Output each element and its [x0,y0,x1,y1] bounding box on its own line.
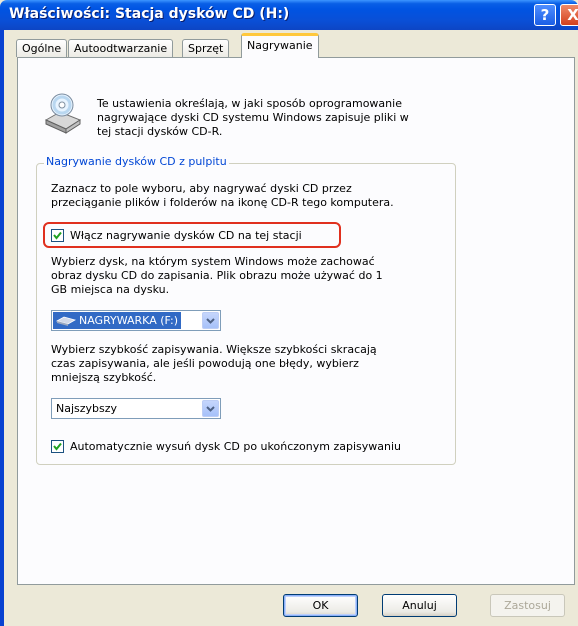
close-button[interactable]: X [560,4,578,26]
speed-select[interactable]: Najszybszy [51,398,221,419]
speed-select-value: Najszybszy [56,402,118,415]
description-line: przeciąganie plików i folderów na ikonę … [51,196,394,209]
properties-dialog: Właściwości: Stacja dysków CD (H:) ? X O… [0,0,578,626]
drive-select[interactable]: NAGRYWARKA (F:) [51,310,221,331]
auto-eject-checkbox[interactable] [51,440,64,453]
description-line: mniejszą szybkość. [51,371,157,384]
intro-text: Te ustawienia określają, w jaki sposób o… [97,97,467,139]
title-bar[interactable]: Właściwości: Stacja dysków CD (H:) ? X [0,0,578,30]
speed-select-dropdown-button[interactable] [202,400,219,417]
cancel-button[interactable]: Anuluj [382,594,457,617]
tab-hardware[interactable]: Sprzęt [182,39,230,57]
chevron-down-icon [206,406,215,412]
enable-burning-label[interactable]: Włącz nagrywanie dysków CD na tej stacji [70,229,302,243]
group-title: Nagrywanie dysków CD z pulpitu [44,155,229,168]
enable-burning-checkbox[interactable] [51,229,64,242]
description-line: Zaznacz to pole wyboru, aby nagrywać dys… [51,182,352,195]
intro-line: nagrywające dyski CD systemu Windows zap… [97,111,409,124]
tab-general[interactable]: Ogólne [16,39,68,57]
cancel-button-label: Anuluj [402,599,437,612]
window-title: Właściwości: Stacja dysków CD (H:) [9,6,290,22]
drive-select-value: NAGRYWARKA (F:) [53,312,181,329]
description-line: obraz dysku CD do zapisania. Plik obrazu… [51,269,383,282]
checkmark-icon [53,231,62,240]
speed-description: Wybierz szybkość zapisywania. Większe sz… [51,343,451,385]
chevron-down-icon [206,318,215,324]
drive-description: Wybierz dysk, na którym system Windows m… [51,255,451,297]
auto-eject-label[interactable]: Automatycznie wysuń dysk CD po ukończony… [70,440,401,454]
hard-drive-icon [56,316,76,326]
help-button[interactable]: ? [534,4,556,26]
enable-description: Zaznacz to pole wyboru, aby nagrywać dys… [51,182,451,210]
checkmark-icon [53,442,62,451]
description-line: Wybierz dysk, na którym system Windows m… [51,255,375,268]
cd-drive-icon [44,93,82,134]
window-border-left [0,30,4,626]
drive-select-text: NAGRYWARKA (F:) [79,314,178,327]
apply-button[interactable]: Zastosuj [490,594,565,617]
description-line: GB miejsca na dysku. [51,283,170,296]
intro-line: Te ustawienia określają, w jaki sposób o… [97,97,402,110]
description-line: Wybierz szybkość zapisywania. Większe sz… [51,343,377,356]
drive-select-dropdown-button[interactable] [202,312,219,329]
intro-line: tej stacji dysków CD-R. [97,125,223,138]
ok-button[interactable]: OK [283,594,358,617]
tab-autoplay[interactable]: Autoodtwarzanie [68,39,174,57]
tab-recording[interactable]: Nagrywanie [241,33,319,58]
description-line: czas zapisywania, ale jeśli powodują one… [51,357,359,370]
